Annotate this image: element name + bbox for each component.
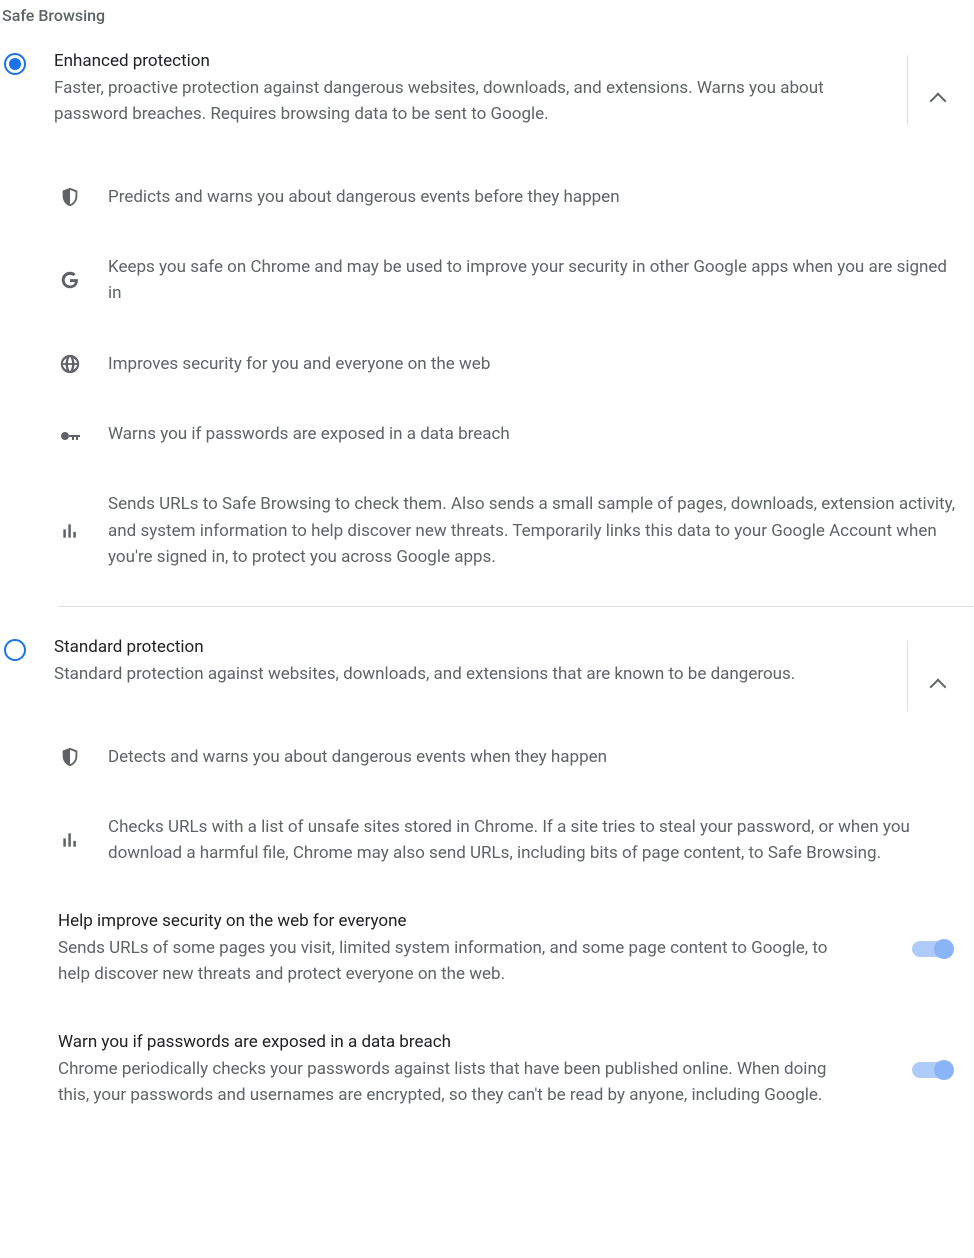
- detail-text: Warns you if passwords are exposed in a …: [82, 421, 956, 447]
- detail-text: Improves security for you and everyone o…: [82, 351, 956, 377]
- globe-icon: [58, 352, 82, 376]
- key-icon: [58, 422, 82, 446]
- standard-details: Detects and warns you about dangerous ev…: [4, 722, 974, 889]
- password-breach-toggle[interactable]: [912, 1062, 952, 1078]
- shield-icon: [58, 185, 82, 209]
- radio-standard[interactable]: [4, 639, 26, 661]
- password-breach-row: Warn you if passwords are exposed in a d…: [4, 1010, 974, 1131]
- enhanced-desc: Faster, proactive protection against dan…: [54, 75, 974, 128]
- help-improve-toggle[interactable]: [912, 941, 952, 957]
- radio-enhanced[interactable]: [4, 53, 26, 75]
- standard-title: Standard protection: [54, 637, 974, 657]
- detail-text: Checks URLs with a list of unsafe sites …: [82, 814, 956, 867]
- help-improve-row: Help improve security on the web for eve…: [4, 889, 974, 1010]
- detail-text: Detects and warns you about dangerous ev…: [82, 744, 956, 770]
- divider: [58, 606, 974, 607]
- section-title: Safe Browsing: [0, 6, 974, 51]
- standard-protection-row[interactable]: Standard protection Standard protection …: [4, 637, 974, 721]
- detail-text: Sends URLs to Safe Browsing to check the…: [82, 491, 956, 570]
- password-breach-title: Warn you if passwords are exposed in a d…: [58, 1032, 852, 1052]
- bars-icon: [58, 828, 82, 852]
- divider: [907, 55, 908, 125]
- chevron-up-icon[interactable]: [932, 677, 948, 693]
- detail-text: Predicts and warns you about dangerous e…: [82, 184, 956, 210]
- google-icon: [58, 268, 82, 292]
- bars-icon: [58, 519, 82, 543]
- standard-desc: Standard protection against websites, do…: [54, 661, 974, 687]
- help-improve-desc: Sends URLs of some pages you visit, limi…: [58, 935, 852, 988]
- enhanced-protection-row[interactable]: Enhanced protection Faster, proactive pr…: [4, 51, 974, 162]
- shield-icon: [58, 745, 82, 769]
- password-breach-desc: Chrome periodically checks your password…: [58, 1056, 852, 1109]
- detail-text: Keeps you safe on Chrome and may be used…: [82, 254, 956, 307]
- help-improve-title: Help improve security on the web for eve…: [58, 911, 852, 931]
- divider: [907, 641, 908, 711]
- chevron-up-icon[interactable]: [932, 91, 948, 107]
- enhanced-details: Predicts and warns you about dangerous e…: [4, 162, 974, 593]
- enhanced-title: Enhanced protection: [54, 51, 974, 71]
